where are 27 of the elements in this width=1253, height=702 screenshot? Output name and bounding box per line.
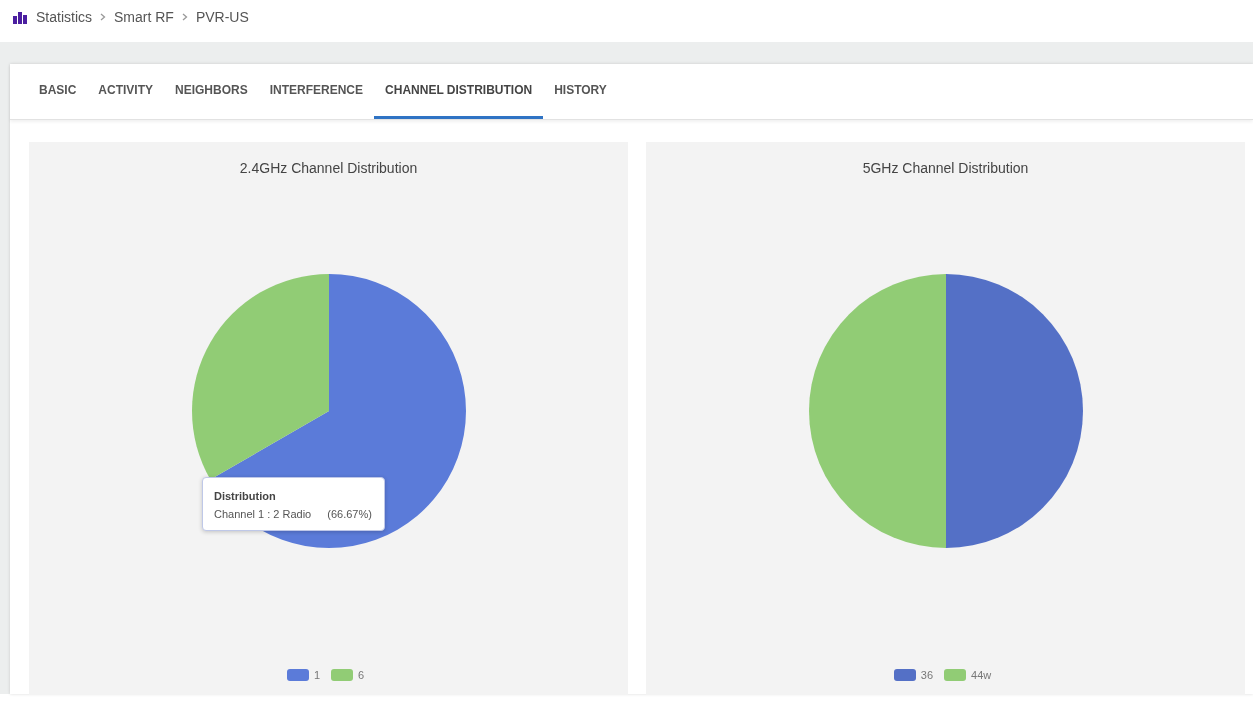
legend-swatch[interactable] <box>286 669 309 681</box>
legend-label[interactable]: 44w <box>971 669 992 681</box>
chart-title: 2.4GHz Channel Distribution <box>239 160 418 176</box>
legend-swatch[interactable] <box>944 669 967 681</box>
tab[interactable]: ACTIVITY <box>87 64 164 119</box>
legend-label[interactable]: 6 <box>358 669 365 681</box>
breadcrumb-item[interactable]: Statistics <box>36 9 92 25</box>
legend-swatch[interactable] <box>331 669 353 681</box>
tooltip-label: Channel 1 : 2 Radio <box>214 508 312 520</box>
tab[interactable]: NEIGHBORS <box>164 64 259 119</box>
tab[interactable]: HISTORY <box>543 64 618 119</box>
breadcrumb-item: PVR-US <box>195 9 249 25</box>
bar-chart-icon <box>12 10 28 24</box>
legend-label[interactable]: 36 <box>920 669 934 681</box>
legend-swatch[interactable] <box>893 669 916 681</box>
tab[interactable]: CHANNEL DISTRIBUTION <box>374 64 544 119</box>
tooltip-percent: (66.67%) <box>327 508 372 520</box>
breadcrumb-item[interactable]: Smart RF <box>114 9 174 25</box>
tab[interactable]: BASIC <box>28 64 88 119</box>
chart-title: 5GHz Channel Distribution <box>862 160 1029 176</box>
legend-label[interactable]: 1 <box>313 669 320 681</box>
pie-slice[interactable] <box>945 273 1083 548</box>
chevron-icon <box>100 13 106 21</box>
tooltip-title: Distribution <box>214 490 277 502</box>
pie-slice[interactable] <box>191 273 329 479</box>
chevron-icon <box>181 13 188 21</box>
tab[interactable]: INTERFERENCE <box>258 64 375 119</box>
